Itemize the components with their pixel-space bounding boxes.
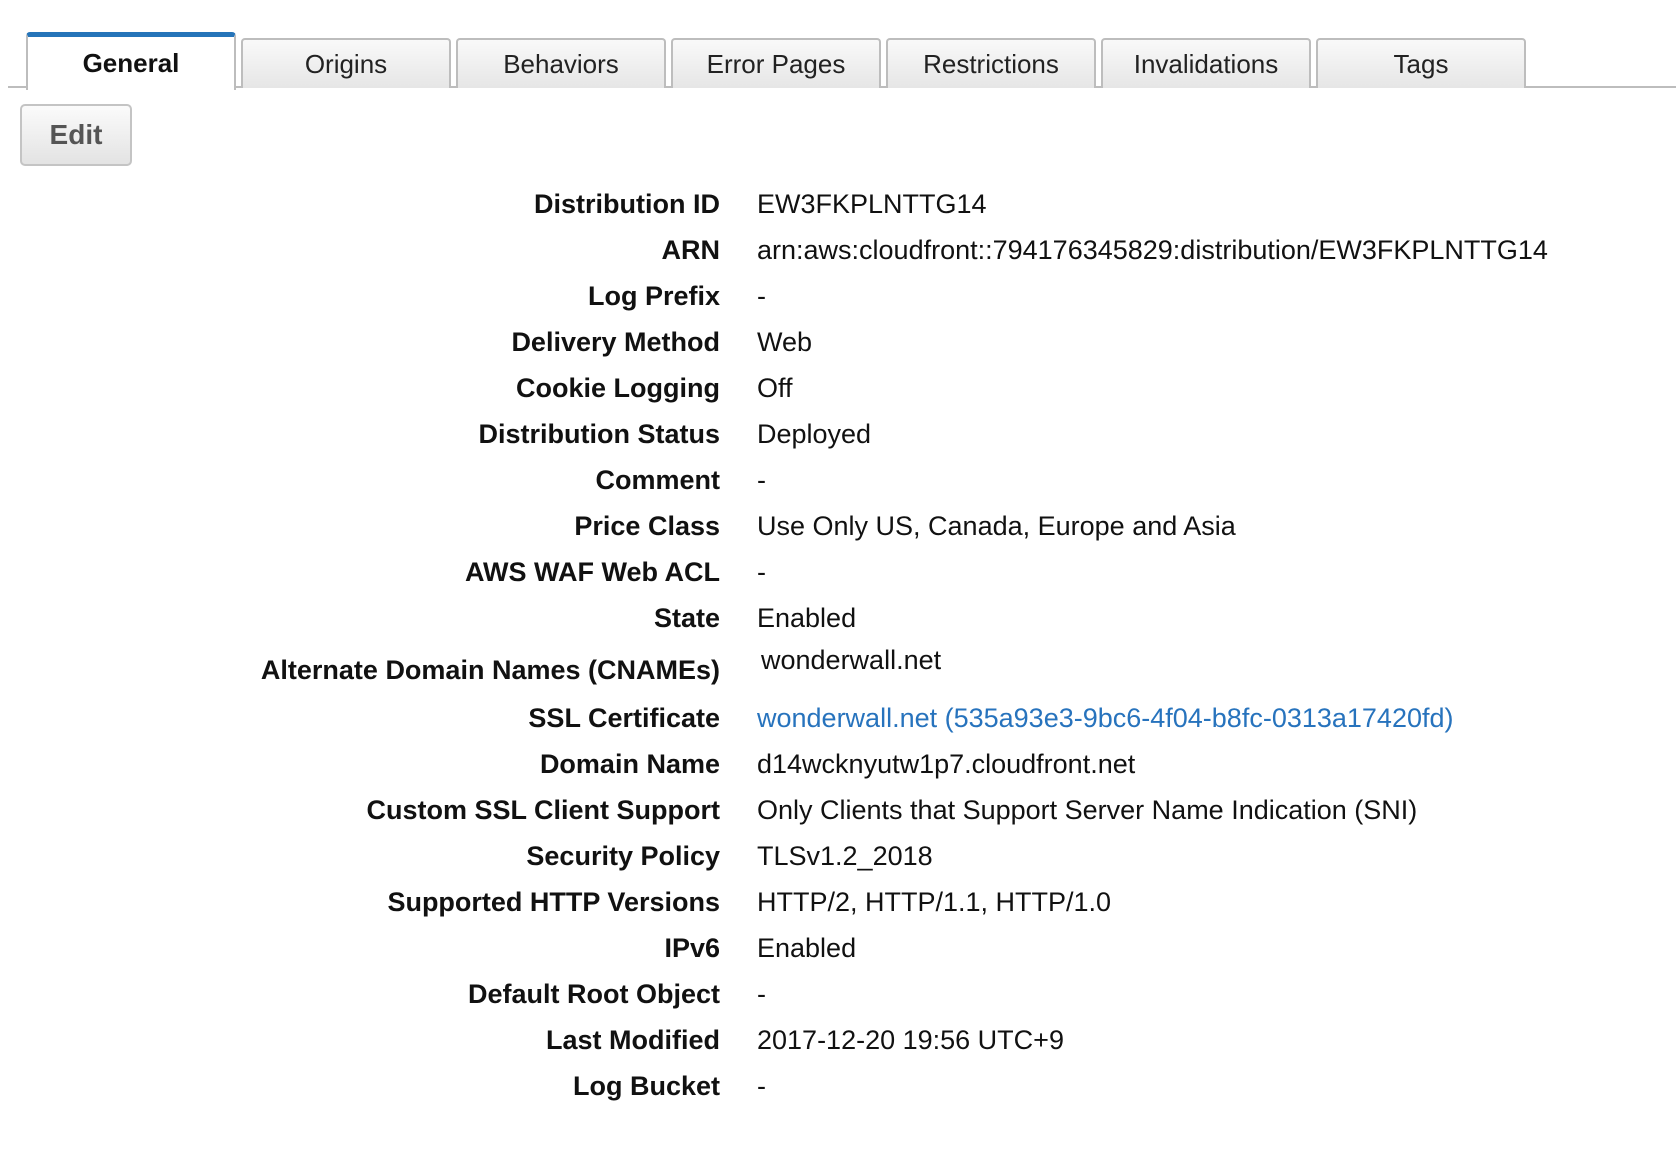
detail-row-delivery-method: Delivery Method Web	[0, 319, 1676, 365]
detail-value: HTTP/2, HTTP/1.1, HTTP/1.0	[757, 887, 1112, 917]
detail-row-alternate-domain-names: Alternate Domain Names (CNAMEs) wonderwa…	[0, 641, 1676, 695]
detail-row-aws-waf-web-acl: AWS WAF Web ACL -	[0, 549, 1676, 595]
detail-label: Custom SSL Client Support	[366, 795, 720, 825]
ssl-certificate-link[interactable]: wonderwall.net (535a93e3-9bc6-4f04-b8fc-…	[757, 703, 1454, 734]
edit-button[interactable]: Edit	[20, 104, 132, 166]
detail-label: Domain Name	[539, 749, 720, 779]
detail-label: Cookie Logging	[516, 373, 720, 403]
detail-label: Distribution Status	[478, 419, 721, 449]
detail-label: Alternate Domain Names (CNAMEs)	[260, 655, 720, 685]
detail-row-ipv6: IPv6 Enabled	[0, 925, 1676, 971]
distribution-general-page: General Origins Behaviors Error Pages Re…	[0, 0, 1676, 1172]
detail-row-log-bucket: Log Bucket -	[0, 1063, 1676, 1109]
detail-value: Enabled	[757, 933, 857, 963]
detail-label: Distribution ID	[534, 189, 720, 219]
detail-label: SSL Certificate	[528, 703, 720, 733]
detail-label: IPv6	[664, 933, 720, 963]
detail-row-custom-ssl-client-support: Custom SSL Client Support Only Clients t…	[0, 787, 1676, 833]
detail-value: Only Clients that Support Server Name In…	[757, 795, 1418, 825]
detail-row-last-modified: Last Modified 2017-12-20 19:56 UTC+9	[0, 1017, 1676, 1063]
detail-label: Price Class	[574, 511, 720, 541]
detail-row-ssl-certificate: SSL Certificate wonderwall.net (535a93e3…	[0, 695, 1676, 741]
detail-value: d14wcknyutw1p7.cloudfront.net	[757, 749, 1136, 779]
detail-label: Supported HTTP Versions	[387, 887, 720, 917]
detail-value: wonderwall.net	[761, 645, 942, 675]
detail-label: Last Modified	[546, 1025, 720, 1055]
detail-row-domain-name: Domain Name d14wcknyutw1p7.cloudfront.ne…	[0, 741, 1676, 787]
detail-value: Deployed	[757, 419, 872, 449]
detail-label: Delivery Method	[511, 327, 720, 357]
detail-value: Enabled	[757, 603, 857, 633]
distribution-details-list: Distribution ID EW3FKPLNTTG14 ARN arn:aw…	[0, 181, 1676, 1109]
detail-row-distribution-id: Distribution ID EW3FKPLNTTG14	[0, 181, 1676, 227]
tab-behaviors[interactable]: Behaviors	[456, 38, 666, 88]
detail-value: -	[757, 557, 766, 587]
tab-invalidations[interactable]: Invalidations	[1101, 38, 1311, 88]
tab-tags[interactable]: Tags	[1316, 38, 1526, 88]
detail-label: State	[653, 603, 720, 633]
detail-label: AWS WAF Web ACL	[465, 557, 720, 587]
detail-value: Web	[757, 327, 813, 357]
detail-label: Default Root Object	[467, 979, 720, 1009]
detail-row-log-prefix: Log Prefix -	[0, 273, 1676, 319]
detail-row-distribution-status: Distribution Status Deployed	[0, 411, 1676, 457]
detail-value: 2017-12-20 19:56 UTC+9	[757, 1025, 1064, 1055]
detail-value: EW3FKPLNTTG14	[757, 189, 987, 219]
detail-value: TLSv1.2_2018	[757, 841, 933, 871]
detail-row-supported-http-versions: Supported HTTP Versions HTTP/2, HTTP/1.1…	[0, 879, 1676, 925]
detail-row-security-policy: Security Policy TLSv1.2_2018	[0, 833, 1676, 879]
detail-row-price-class: Price Class Use Only US, Canada, Europe …	[0, 503, 1676, 549]
detail-value: -	[757, 979, 766, 1009]
detail-row-state: State Enabled	[0, 595, 1676, 641]
detail-label: ARN	[661, 235, 721, 265]
detail-value: -	[757, 465, 766, 495]
detail-value: arn:aws:cloudfront::794176345829:distrib…	[757, 235, 1548, 265]
detail-value: -	[757, 1071, 766, 1101]
detail-label: Log Prefix	[587, 281, 720, 311]
tab-bar: General Origins Behaviors Error Pages Re…	[8, 0, 1676, 90]
tab-error-pages[interactable]: Error Pages	[671, 38, 881, 88]
detail-label: Security Policy	[526, 841, 720, 871]
tab-restrictions[interactable]: Restrictions	[886, 38, 1096, 88]
tab-general[interactable]: General	[26, 32, 236, 90]
detail-row-cookie-logging: Cookie Logging Off	[0, 365, 1676, 411]
detail-row-comment: Comment -	[0, 457, 1676, 503]
detail-row-default-root-object: Default Root Object -	[0, 971, 1676, 1017]
tab-origins[interactable]: Origins	[241, 38, 451, 88]
detail-label: Comment	[595, 465, 720, 495]
detail-label: Log Bucket	[572, 1071, 720, 1101]
detail-value: -	[757, 281, 766, 311]
detail-value: Use Only US, Canada, Europe and Asia	[757, 511, 1236, 541]
detail-value: Off	[757, 373, 793, 403]
detail-row-arn: ARN arn:aws:cloudfront::794176345829:dis…	[0, 227, 1676, 273]
